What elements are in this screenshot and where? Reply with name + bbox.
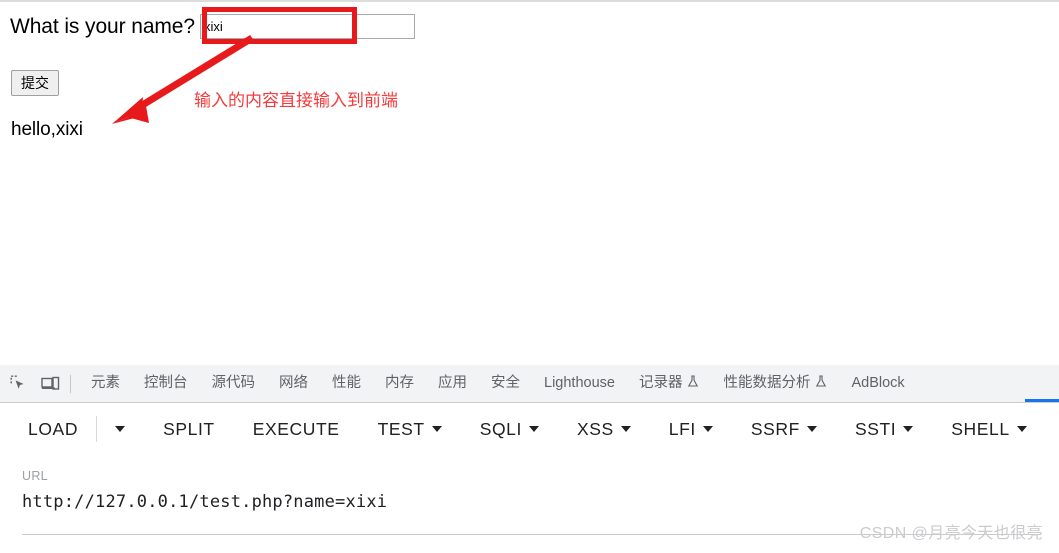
chevron-down-icon bbox=[431, 426, 442, 432]
active-tab-indicator bbox=[1025, 399, 1059, 402]
chevron-down-icon bbox=[806, 426, 817, 432]
devtools-tab-security[interactable]: 安全 bbox=[479, 365, 532, 402]
flask-icon bbox=[687, 375, 699, 392]
chevron-down-icon bbox=[702, 426, 713, 432]
device-toolbar-icon[interactable] bbox=[36, 370, 64, 398]
tab-label: 性能 bbox=[332, 375, 361, 391]
annotation-overlay: 输入的内容直接输入到前端 bbox=[0, 2, 1059, 365]
hackbar-divider bbox=[96, 416, 98, 442]
tab-label: 控制台 bbox=[144, 375, 188, 391]
hackbar-lfi-menu[interactable]: LFI bbox=[669, 419, 713, 440]
tab-label: 元素 bbox=[91, 375, 120, 391]
hackbar-execute-button[interactable]: EXECUTE bbox=[253, 419, 340, 440]
devtools-tab-memory[interactable]: 内存 bbox=[373, 365, 426, 402]
hackbar-load-button[interactable]: LOAD bbox=[28, 419, 78, 440]
chevron-down-icon bbox=[903, 426, 914, 432]
devtools-tab-console[interactable]: 控制台 bbox=[132, 365, 200, 402]
tab-label: AdBlock bbox=[851, 375, 905, 391]
hackbar-test-menu[interactable]: TEST bbox=[378, 419, 442, 440]
hackbar-label: LOAD bbox=[28, 418, 79, 439]
devtools-tab-performance-insights[interactable]: 性能数据分析 bbox=[711, 365, 839, 402]
hackbar-label: EXECUTE bbox=[252, 418, 340, 439]
name-input[interactable] bbox=[199, 14, 415, 39]
greeting-output: hello,xixi bbox=[11, 119, 83, 140]
hackbar-label: SPLIT bbox=[163, 418, 215, 439]
hackbar-label: SHELL bbox=[951, 418, 1010, 439]
hackbar-label: SSRF bbox=[750, 418, 800, 439]
hackbar-split-button[interactable]: SPLIT bbox=[163, 419, 215, 440]
devtools-tab-performance[interactable]: 性能 bbox=[320, 365, 373, 402]
hackbar-shell-menu[interactable]: SHELL bbox=[951, 418, 1027, 440]
tab-label: 源代码 bbox=[211, 375, 256, 391]
url-field-label: URL bbox=[22, 469, 48, 483]
tab-label: 记录器 bbox=[638, 375, 683, 391]
tab-label: Lighthouse bbox=[544, 375, 615, 391]
hackbar-label: TEST bbox=[377, 418, 425, 439]
url-field-value[interactable]: http://127.0.0.1/test.php?name=xixi bbox=[22, 492, 1059, 512]
flask-icon bbox=[815, 375, 827, 392]
hackbar-ssrf-menu[interactable]: SSRF bbox=[751, 419, 817, 440]
hackbar-label: SQLI bbox=[479, 418, 522, 439]
devtools-tab-recorder[interactable]: 记录器 bbox=[627, 365, 712, 402]
hackbar-label: XSS bbox=[576, 418, 614, 439]
annotation-arrow-icon bbox=[112, 35, 254, 124]
devtools-tab-adblock[interactable]: AdBlock bbox=[839, 365, 916, 402]
devtools-tab-network[interactable]: 网络 bbox=[267, 365, 320, 402]
devtools-tab-lighthouse[interactable]: Lighthouse bbox=[532, 365, 627, 402]
tab-label: 网络 bbox=[279, 375, 308, 391]
chevron-down-icon bbox=[1016, 426, 1027, 432]
chevron-down-icon bbox=[620, 426, 631, 432]
hackbar-label: SSTI bbox=[854, 418, 897, 439]
question-label: What is your name? bbox=[10, 14, 195, 38]
devtools-tabbar: 元素 控制台 源代码 网络 性能 内存 应用 安全 Lighthouse 记录器 bbox=[0, 365, 1059, 403]
tab-label: 应用 bbox=[438, 375, 467, 391]
devtools-tab-sources[interactable]: 源代码 bbox=[200, 365, 268, 402]
hackbar-xss-menu[interactable]: XSS bbox=[577, 419, 631, 440]
inspect-element-icon[interactable] bbox=[4, 370, 32, 398]
submit-button[interactable]: 提交 bbox=[11, 70, 59, 97]
chevron-down-icon bbox=[528, 426, 539, 432]
name-form-row: What is your name? bbox=[10, 14, 415, 39]
devtools-tab-application[interactable]: 应用 bbox=[426, 365, 479, 402]
hackbar-toolbar: LOAD SPLIT EXECUTE TEST SQLI XSS LFI SSR… bbox=[0, 403, 1059, 455]
watermark: CSDN @月亮今天也很亮 bbox=[859, 525, 1043, 542]
url-section: URL http://127.0.0.1/test.php?name=xixi bbox=[0, 455, 1059, 535]
hackbar-ssti-menu[interactable]: SSTI bbox=[854, 418, 914, 440]
hackbar-label: LFI bbox=[668, 418, 696, 439]
hackbar-load-caret-icon[interactable] bbox=[115, 426, 126, 432]
annotation-note: 输入的内容直接输入到前端 bbox=[194, 91, 398, 110]
hackbar-sqli-menu[interactable]: SQLI bbox=[480, 419, 539, 440]
browser-page-content: What is your name? 提交 hello,xixi 输入的内容直接… bbox=[0, 0, 1059, 365]
tab-label: 安全 bbox=[491, 375, 520, 391]
devtools-tab-elements[interactable]: 元素 bbox=[79, 365, 132, 402]
toolbar-separator bbox=[70, 374, 71, 393]
tab-label: 性能数据分析 bbox=[723, 375, 811, 391]
tab-label: 内存 bbox=[385, 375, 414, 391]
